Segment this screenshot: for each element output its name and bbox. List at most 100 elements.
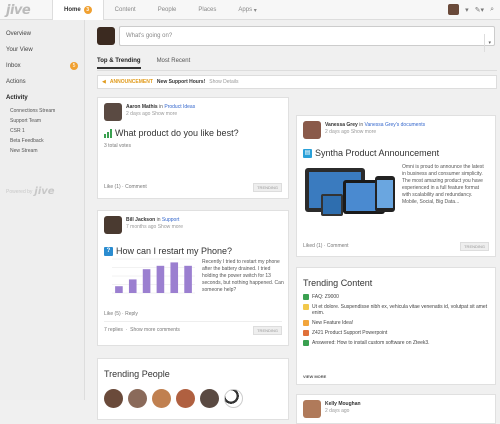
avatar[interactable] [176,389,195,408]
show-more-link[interactable]: Show more [351,129,376,135]
jive-logo[interactable]: jive [6,3,31,18]
faq-icon [303,294,309,300]
post-author-line: Vanessa Grey in Vanessa Grey's documents [325,122,425,128]
avatar[interactable] [128,389,147,408]
sidebar-item-inbox[interactable]: Inbox 5 [0,58,84,74]
document-body: Omni is proud to announce the latest in … [402,164,484,205]
status-input[interactable]: What's going on? ▾ [119,26,495,52]
sidebar-item-label: Overview [6,31,32,37]
list-item[interactable]: FAQ: Z9000 [303,294,489,300]
sidebar-item-actions[interactable]: Actions [0,74,84,90]
announcement-tag: ANNOUNCEMENT [109,79,153,85]
place-link[interactable]: Vanessa Grey's documents [365,122,426,128]
sidebar-item-label: Your View [6,47,33,53]
avatar[interactable] [104,103,122,121]
post-meta: 2 days ago [325,408,349,414]
question-title[interactable]: How can I restart my Phone? [116,246,232,256]
avatar[interactable] [104,216,122,234]
idea-icon [303,320,309,326]
search-icon[interactable]: ⌕ [490,6,494,14]
list-item[interactable]: Z421 Product Support Powerpoint [303,330,489,336]
trending-badge: TRENDING [253,183,282,192]
sidebar: Overview Your View Inbox 5 Actions Activ… [0,20,85,400]
show-more-comments-link[interactable]: Show more comments [130,327,180,333]
tab-most-recent[interactable]: Most Recent [157,58,191,69]
list-item-label: Ut et dolore. Suspendisse nibh ex, vehic… [312,304,488,316]
powerpoint-icon [303,330,309,336]
nav-apps[interactable]: Apps ▾ [227,0,267,20]
view-more-link[interactable]: VIEW MORE [303,374,326,379]
nav-people-label: People [157,7,177,13]
list-item[interactable]: Answered: How to install custom software… [303,340,489,346]
announcement-bar: ◀ ANNOUNCEMENT New Support Hours! Show D… [97,75,497,89]
post-author-line: Bill Jackson in Support [126,217,179,223]
place-link[interactable]: Product Ideas [164,104,195,110]
nav-content[interactable]: Content [104,0,147,20]
avatar[interactable] [303,400,321,418]
announcement-title[interactable]: New Support Hours! [157,79,205,85]
sidebar-subitem-connections-stream[interactable]: Connections Stream [0,106,84,116]
post-author-line: Kelly Moughan [325,401,361,407]
document-icon: ▤ [303,148,312,158]
list-item-label: Z421 Product Support Powerpoint [312,330,388,336]
list-item[interactable]: Ut et dolore. Suspendisse nibh ex, vehic… [303,304,489,316]
author-name[interactable]: Kelly Moughan [325,401,361,407]
sidebar-subitem-csr-1[interactable]: CSR 1 [0,126,84,136]
author-name[interactable]: Aaron Mathis [126,104,158,110]
chart-bar [170,262,179,293]
discussion-icon [303,304,309,310]
avatar[interactable] [104,389,123,408]
post-time: 2 days ago [325,408,350,414]
author-name[interactable]: Vanessa Grey [325,122,358,128]
document-title[interactable]: Syntha Product Announcement [315,148,439,158]
trending-people-list [104,389,243,408]
post-meta: 2 days ago Show more [126,111,177,117]
avatar[interactable] [152,389,171,408]
status-update-row: What's going on? ▾ [97,24,497,52]
nav-people[interactable]: People [147,0,188,20]
poll-title[interactable]: What product do you like best? [115,128,239,138]
nav-places[interactable]: Places [187,0,227,20]
stream-tabs: Top & Trending Most Recent [97,58,190,69]
chart-bar [115,286,123,293]
show-more-link[interactable]: Show more [158,224,183,230]
post-time: 7 months ago [126,224,157,230]
post-time: 2 days ago [325,129,350,135]
sidebar-subitem-new-stream[interactable]: New Stream [0,146,84,156]
tablets-image [305,168,395,216]
pencil-icon[interactable]: ✎▾ [475,6,484,14]
divider [104,321,282,322]
chevron-down-icon[interactable]: ▾ [484,34,491,52]
trending-badge: TRENDING [253,326,282,335]
poll-actions[interactable]: Like (1) · Comment [104,184,147,190]
sidebar-item-overview[interactable]: Overview [0,26,84,42]
list-item[interactable]: New Feature Idea! [303,320,489,326]
soccer-ball-icon[interactable] [224,389,243,408]
poll-title-row: What product do you like best? [104,128,239,138]
show-details-link[interactable]: Show Details [209,79,238,85]
trending-people-title: Trending People [104,369,170,379]
user-avatar[interactable] [448,4,460,15]
sidebar-item-your-view[interactable]: Your View [0,42,84,58]
avatar[interactable] [303,121,321,139]
author-name[interactable]: Bill Jackson [126,217,155,223]
avatar[interactable] [200,389,219,408]
document-actions[interactable]: Liked (1) · Comment [303,243,349,249]
replies-count[interactable]: 7 replies [104,327,123,333]
sidebar-subitem-beta-feedback[interactable]: Beta Feedback [0,136,84,146]
chevron-down-icon[interactable]: ▾ [465,6,469,14]
sidebar-item-activity[interactable]: Activity [0,90,84,106]
nav-home-label: Home [64,7,81,13]
sidebar-subitem-support-team[interactable]: Support Team [0,116,84,126]
list-item-label: Answered: How to install custom software… [312,340,430,346]
powered-by-label: Powered by [6,188,33,195]
question-actions[interactable]: Like (5) · Reply [104,311,138,317]
nav-content-label: Content [114,7,136,13]
avatar [97,27,115,45]
show-more-link[interactable]: Show more [152,111,177,117]
nav-home-badge: 3 [83,6,92,14]
nav-home[interactable]: Home 3 [52,0,104,20]
trending-badge: TRENDING [460,242,489,251]
tab-top-trending[interactable]: Top & Trending [97,58,141,69]
place-link[interactable]: Support [162,217,180,223]
